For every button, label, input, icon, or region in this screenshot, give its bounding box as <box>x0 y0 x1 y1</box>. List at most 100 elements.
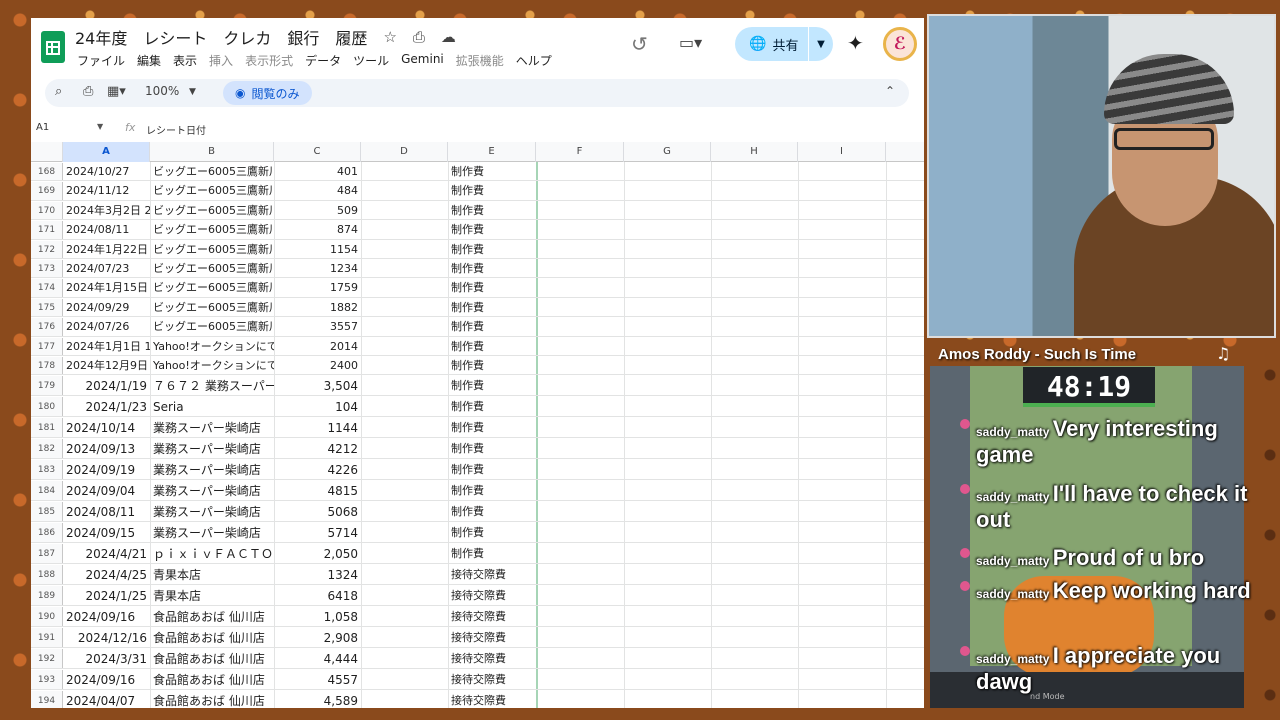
cell-store[interactable]: ビッグエー6005三鷹新川 <box>150 221 274 238</box>
column-header-h[interactable]: H <box>711 142 798 162</box>
cell-category[interactable]: 接待交際費 <box>448 628 536 647</box>
column-header-e[interactable]: E <box>448 142 536 162</box>
table-row[interactable]: 170 2024年3月2日 2 ビッグエー6005三鷹新川 509 制作費 <box>31 201 924 221</box>
cell-date[interactable]: 2024/10/27 <box>63 163 150 180</box>
cloud-icon[interactable]: ☁ <box>441 28 456 46</box>
table-row[interactable]: 171 2024/08/11 ビッグエー6005三鷹新川 874 制作費 <box>31 221 924 240</box>
cell-store[interactable]: ビッグエー6005三鷹新川 <box>150 202 274 219</box>
cell-store[interactable]: 業務スーパー柴崎店 <box>150 523 274 542</box>
cell-amount[interactable]: 509 <box>274 202 361 219</box>
doc-title-part[interactable]: 履歴 <box>335 25 367 49</box>
column-header-b[interactable]: B <box>150 142 274 162</box>
cell-date[interactable]: 2024/11/12 <box>63 182 150 199</box>
row-number[interactable]: 186 <box>31 523 63 543</box>
cell-store[interactable]: ビッグエー6005三鷹新川 <box>150 163 274 180</box>
row-number[interactable]: 172 <box>31 240 63 258</box>
row-number[interactable]: 194 <box>31 691 63 708</box>
table-row[interactable]: 190 2024/09/16 食品館あおば 仙川店 1,058 接待交際費 <box>31 607 924 628</box>
view-only-chip[interactable]: ◉ 閲覧のみ <box>223 81 312 105</box>
cell-date[interactable]: 2024/1/23 <box>63 397 150 416</box>
cell-store[interactable]: 業務スーパー柴崎店 <box>150 460 274 479</box>
cell-category[interactable]: 制作費 <box>448 163 536 180</box>
menu-item[interactable]: ツール <box>353 52 389 69</box>
share-button[interactable]: 🌐 共有 ▼ <box>735 27 833 61</box>
cell-date[interactable]: 2024年1月22日 <box>63 241 150 258</box>
cell-amount[interactable]: 4557 <box>274 670 361 689</box>
cell-category[interactable]: 制作費 <box>448 202 536 219</box>
cell-category[interactable]: 制作費 <box>448 397 536 416</box>
row-number[interactable]: 183 <box>31 460 63 480</box>
cell-category[interactable]: 制作費 <box>448 279 536 296</box>
chevron-down-icon[interactable]: ▼ <box>189 87 196 97</box>
cell-amount[interactable]: 401 <box>274 163 361 180</box>
cell-store[interactable]: 食品館あおば 仙川店 <box>150 628 274 647</box>
sheets-logo[interactable] <box>41 31 65 63</box>
cell-date[interactable]: 2024/09/16 <box>63 670 150 689</box>
row-number[interactable]: 187 <box>31 544 63 564</box>
row-number[interactable]: 193 <box>31 670 63 690</box>
cell-amount[interactable]: 874 <box>274 221 361 238</box>
cell-amount[interactable]: 5714 <box>274 523 361 542</box>
menu-item[interactable]: 表示形式 <box>245 52 293 69</box>
table-row[interactable]: 192 2024/3/31 食品館あおば 仙川店 4,444 接待交際費 <box>31 649 924 670</box>
cell-date[interactable]: 2024/08/11 <box>63 502 150 521</box>
move-icon[interactable]: ⎙ <box>413 28 425 46</box>
cell-store[interactable]: Yahoo!オークションにて <box>150 338 274 355</box>
cell-store[interactable]: 業務スーパー柴崎店 <box>150 439 274 458</box>
chevron-down-icon[interactable]: ▼ <box>97 122 103 131</box>
cell-date[interactable]: 2024年1月15日 <box>63 279 150 296</box>
cell-store[interactable]: ビッグエー6005三鷹新川 <box>150 260 274 277</box>
doc-title-part[interactable]: 銀行 <box>287 25 319 49</box>
cell-amount[interactable]: 1144 <box>274 418 361 437</box>
cell-amount[interactable]: 2014 <box>274 338 361 355</box>
cell-category[interactable]: 制作費 <box>448 418 536 437</box>
cell-store[interactable]: 食品館あおば 仙川店 <box>150 607 274 626</box>
column-header-i[interactable]: I <box>798 142 886 162</box>
row-number[interactable]: 180 <box>31 397 63 417</box>
cell-store[interactable]: Seria <box>150 397 274 416</box>
cell-date[interactable]: 2024/10/14 <box>63 418 150 437</box>
cell-category[interactable]: 制作費 <box>448 241 536 258</box>
cell-amount[interactable]: 2,050 <box>274 544 361 563</box>
doc-title-part[interactable]: クレカ <box>223 25 271 49</box>
cell-store[interactable]: 業務スーパー柴崎店 <box>150 481 274 500</box>
table-row[interactable]: 173 2024/07/23 ビッグエー6005三鷹新川 1234 制作費 <box>31 260 924 279</box>
cell-date[interactable]: 2024/12/16 <box>63 628 150 647</box>
cell-amount[interactable]: 1882 <box>274 299 361 316</box>
gemini-sparkle-icon[interactable]: ✦ <box>847 31 864 55</box>
avatar[interactable]: ℰ <box>883 27 917 61</box>
video-call-icon[interactable]: ▭▾ <box>679 33 702 52</box>
cell-store[interactable]: 食品館あおば 仙川店 <box>150 649 274 668</box>
row-number[interactable]: 173 <box>31 260 63 278</box>
cell-category[interactable]: 制作費 <box>448 182 536 199</box>
cell-date[interactable]: 2024/04/07 <box>63 691 150 708</box>
history-icon[interactable]: ↺ <box>631 32 648 56</box>
cell-amount[interactable]: 4,589 <box>274 691 361 708</box>
cell-amount[interactable]: 1,058 <box>274 607 361 626</box>
row-number[interactable]: 170 <box>31 201 63 220</box>
cell-category[interactable]: 制作費 <box>448 338 536 355</box>
row-number[interactable]: 185 <box>31 502 63 522</box>
table-row[interactable]: 184 2024/09/04 業務スーパー柴崎店 4815 制作費 <box>31 481 924 502</box>
cell-category[interactable]: 制作費 <box>448 376 536 395</box>
cell-category[interactable]: 制作費 <box>448 318 536 335</box>
zoom-select[interactable]: 100% <box>145 84 179 98</box>
cell-store[interactable]: 食品館あおば 仙川店 <box>150 670 274 689</box>
cell-store[interactable]: 業務スーパー柴崎店 <box>150 502 274 521</box>
cell-store[interactable]: ビッグエー6005三鷹新川 <box>150 182 274 199</box>
row-number[interactable]: 175 <box>31 298 63 317</box>
doc-title-part[interactable]: 24年度 <box>75 25 127 49</box>
row-number[interactable]: 184 <box>31 481 63 501</box>
menu-item[interactable]: ヘルプ <box>516 52 552 69</box>
cell-amount[interactable]: 4226 <box>274 460 361 479</box>
cell-date[interactable]: 2024/07/23 <box>63 260 150 277</box>
cell-date[interactable]: 2024/1/25 <box>63 586 150 605</box>
table-row[interactable]: 169 2024/11/12 ビッグエー6005三鷹新川 484 制作費 <box>31 182 924 201</box>
print-icon[interactable]: ⎙ <box>83 84 93 99</box>
cell-category[interactable]: 接待交際費 <box>448 565 536 584</box>
cell-amount[interactable]: 1324 <box>274 565 361 584</box>
formula-value[interactable]: レシート日付 <box>146 122 206 137</box>
row-number[interactable]: 179 <box>31 376 63 396</box>
table-row[interactable]: 193 2024/09/16 食品館あおば 仙川店 4557 接待交際費 <box>31 670 924 691</box>
cell-category[interactable]: 制作費 <box>448 523 536 542</box>
